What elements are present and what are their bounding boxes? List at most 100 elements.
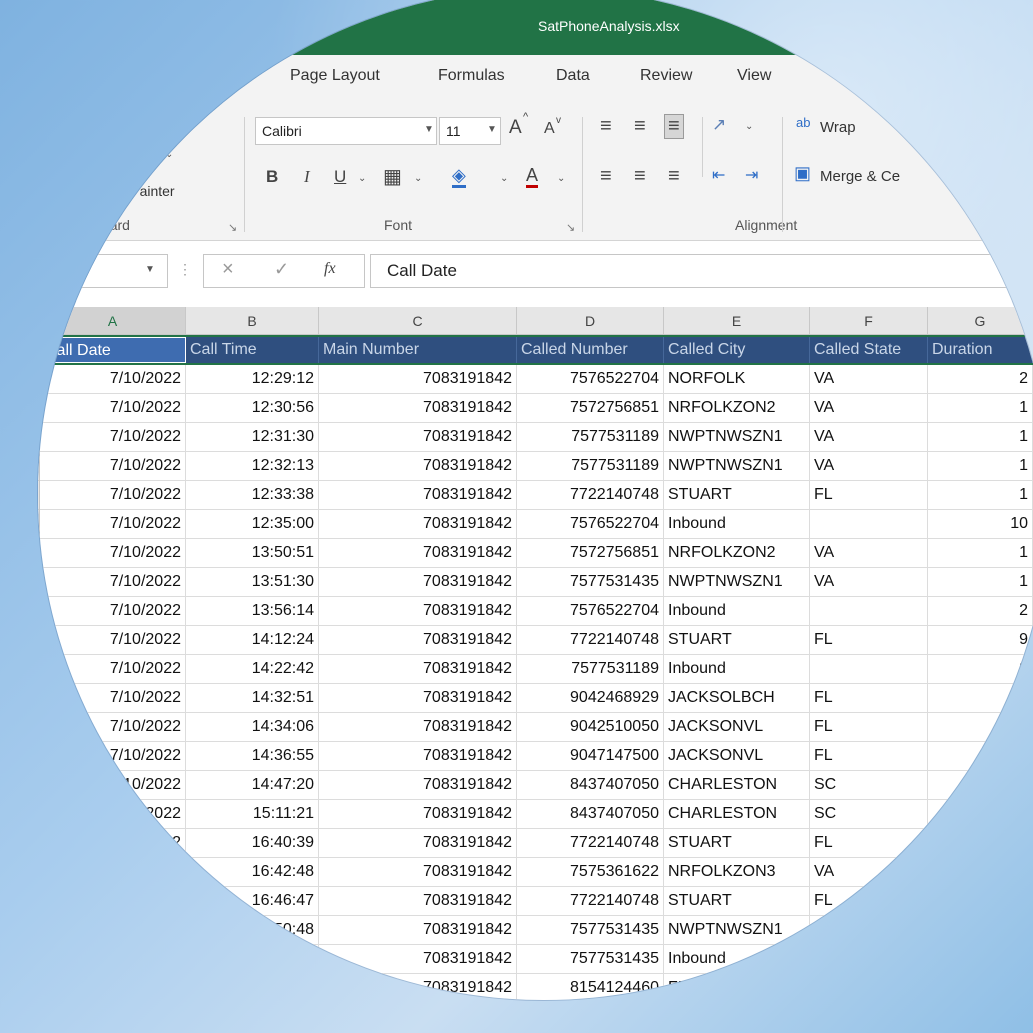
cell-call-date[interactable]: 7/10/2022 [40,481,186,510]
cell-call-date[interactable]: 7/10/2022 [40,800,186,829]
column-header-d[interactable]: D [517,307,664,335]
cell-call-date[interactable]: 7/10/2022 [40,423,186,452]
cell-called-city[interactable]: STUART [664,481,810,510]
cell-called-state[interactable] [810,974,928,1000]
cell-called-state[interactable]: VA [810,916,928,945]
chevron-down-icon[interactable]: ⌄ [414,173,422,184]
underline-button[interactable]: U [334,167,346,187]
cell-called-state[interactable]: FL [810,481,928,510]
cell-called-city[interactable]: JACKSONVL [664,742,810,771]
cell-main-number[interactable]: 7083191842 [319,800,517,829]
cell-called-number[interactable]: 7577531435 [517,945,664,974]
cell-called-number[interactable]: 8437407050 [517,800,664,829]
align-left-icon[interactable]: ≡ [600,165,612,188]
cell-duration[interactable] [928,742,1033,771]
cell-called-number[interactable]: 7577531435 [517,916,664,945]
cell-main-number[interactable]: 7083191842 [319,684,517,713]
cell-call-time[interactable]: 15:11:21 [186,800,319,829]
cell-called-number[interactable]: 8437407050 [517,771,664,800]
cell-call-time[interactable]: 13:50:51 [186,539,319,568]
header-main-number[interactable]: Main Number [319,337,517,363]
tab-formulas[interactable]: Formulas [438,67,505,85]
cell-called-number[interactable]: 9047147500 [517,742,664,771]
cancel-icon[interactable]: × [222,258,234,281]
cell-call-date[interactable]: 7/10/2022 [40,858,186,887]
cell-call-date[interactable]: 7/10/2022 [40,713,186,742]
cell-main-number[interactable]: 7083191842 [319,597,517,626]
cell-call-date[interactable]: 7/10/2022 [40,626,186,655]
cell-called-city[interactable]: CHARLESTON [664,800,810,829]
header-duration[interactable]: Duration [928,337,1033,363]
column-header-a[interactable]: A [40,307,186,335]
cell-called-city[interactable]: NRFOLKZON3 [664,858,810,887]
cell-call-date[interactable]: 7/10/2022 [40,916,186,945]
cell-call-date[interactable]: 7/10/2022 [40,945,186,974]
tab-review[interactable]: Review [640,67,692,85]
cell-call-date[interactable]: 7/10/2022 [40,684,186,713]
cell-call-date[interactable]: 7/10/2022 [40,974,186,1000]
align-top-icon[interactable]: ≡ [600,115,612,138]
cell-called-state[interactable] [810,655,928,684]
formula-input[interactable]: Call Date [370,254,1010,288]
cell-main-number[interactable]: 7083191842 [319,916,517,945]
cell-called-city[interactable]: Inbound [664,597,810,626]
cell-call-date[interactable]: 7/10/2022 [40,597,186,626]
cell-main-number[interactable]: 7083191842 [319,539,517,568]
cell-called-city[interactable]: STUART [664,829,810,858]
chevron-down-icon[interactable]: ⌄ [358,173,366,184]
cell-duration[interactable] [928,684,1033,713]
cell-called-number[interactable]: 7575361622 [517,858,664,887]
cell-called-city[interactable]: NWPTNWSZN1 [664,423,810,452]
cell-duration[interactable] [928,713,1033,742]
cell-call-time[interactable]: 14:22:42 [186,655,319,684]
cell-main-number[interactable]: 7083191842 [319,568,517,597]
italic-button[interactable]: I [304,167,310,187]
cell-main-number[interactable]: 7083191842 [319,365,517,394]
cell-call-date[interactable]: 7/10/2022 [40,887,186,916]
cell-duration[interactable]: 9 [928,626,1033,655]
cell-called-city[interactable]: STUART [664,626,810,655]
cell-duration[interactable] [928,771,1033,800]
cell-main-number[interactable]: 7083191842 [319,713,517,742]
cell-duration[interactable]: 2 [928,365,1033,394]
font-color-button[interactable]: A [526,165,539,188]
cell-duration[interactable] [928,800,1033,829]
cell-call-time[interactable]: 14:47:20 [186,771,319,800]
tab-data[interactable]: Data [556,67,590,85]
cell-called-number[interactable]: 7722140748 [517,626,664,655]
cell-called-number[interactable]: 7572756851 [517,394,664,423]
cell-duration[interactable] [928,945,1033,974]
cell-call-time[interactable]: 14:12:24 [186,626,319,655]
align-center-icon[interactable]: ≡ [634,165,646,188]
align-right-icon[interactable]: ≡ [668,165,680,188]
cell-called-number[interactable]: 7577531189 [517,423,664,452]
cell-called-state[interactable]: VA [810,452,928,481]
cell-call-date[interactable]: 7/10/2022 [40,829,186,858]
cell-called-number[interactable]: 7577531435 [517,568,664,597]
cell-call-time[interactable]: 12:35:00 [186,510,319,539]
cell-called-state[interactable]: FL [810,684,928,713]
cell-called-city[interactable]: NORFOLK [664,365,810,394]
cell-main-number[interactable]: 7083191842 [319,974,517,1000]
cell-main-number[interactable]: 7083191842 [319,945,517,974]
align-bottom-icon[interactable]: ≡ [664,114,684,139]
cell-duration[interactable]: 2 [928,597,1033,626]
align-middle-icon[interactable]: ≡ [634,115,646,138]
shrink-font-button[interactable]: A [544,120,555,138]
cell-call-date[interactable]: 7/10/2022 [40,365,186,394]
tab-view[interactable]: View [737,67,771,85]
cell-call-time[interactable]: 13:56:14 [186,597,319,626]
cell-called-number[interactable]: 7576522704 [517,365,664,394]
cell-main-number[interactable]: 7083191842 [319,510,517,539]
cell-call-date[interactable]: 7/10/2022 [40,655,186,684]
header-call-date[interactable]: Call Date [40,337,186,363]
cell-main-number[interactable]: 7083191842 [319,394,517,423]
cell-called-number[interactable]: 7576522704 [517,510,664,539]
cell-called-city[interactable]: NWPTNWSZN1 [664,452,810,481]
header-called-city[interactable]: Called City [664,337,810,363]
header-called-state[interactable]: Called State [810,337,928,363]
cell-call-time[interactable]: 12:33:38 [186,481,319,510]
cell-call-time[interactable]: 14:32:51 [186,684,319,713]
cell-call-time[interactable]: 16:57:37 [186,974,319,1000]
cell-duration[interactable]: 1 [928,394,1033,423]
